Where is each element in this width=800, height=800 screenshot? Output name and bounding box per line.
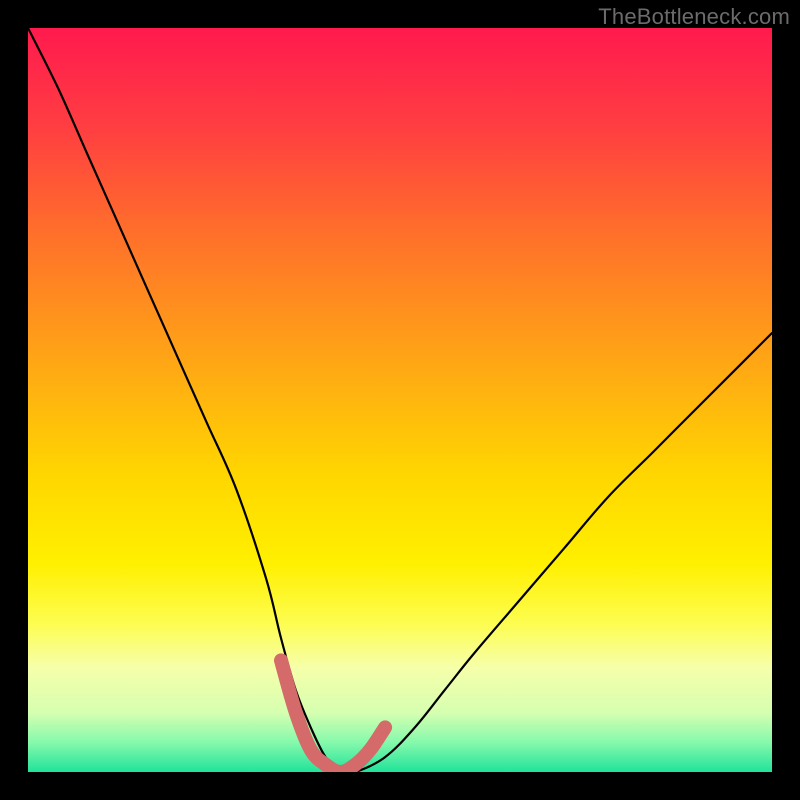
watermark-text: TheBottleneck.com <box>598 4 790 30</box>
optimal-highlight-line <box>281 660 385 772</box>
chart-frame: TheBottleneck.com <box>0 0 800 800</box>
bottleneck-curve-line <box>28 28 772 772</box>
plot-area <box>28 28 772 772</box>
chart-svg <box>28 28 772 772</box>
